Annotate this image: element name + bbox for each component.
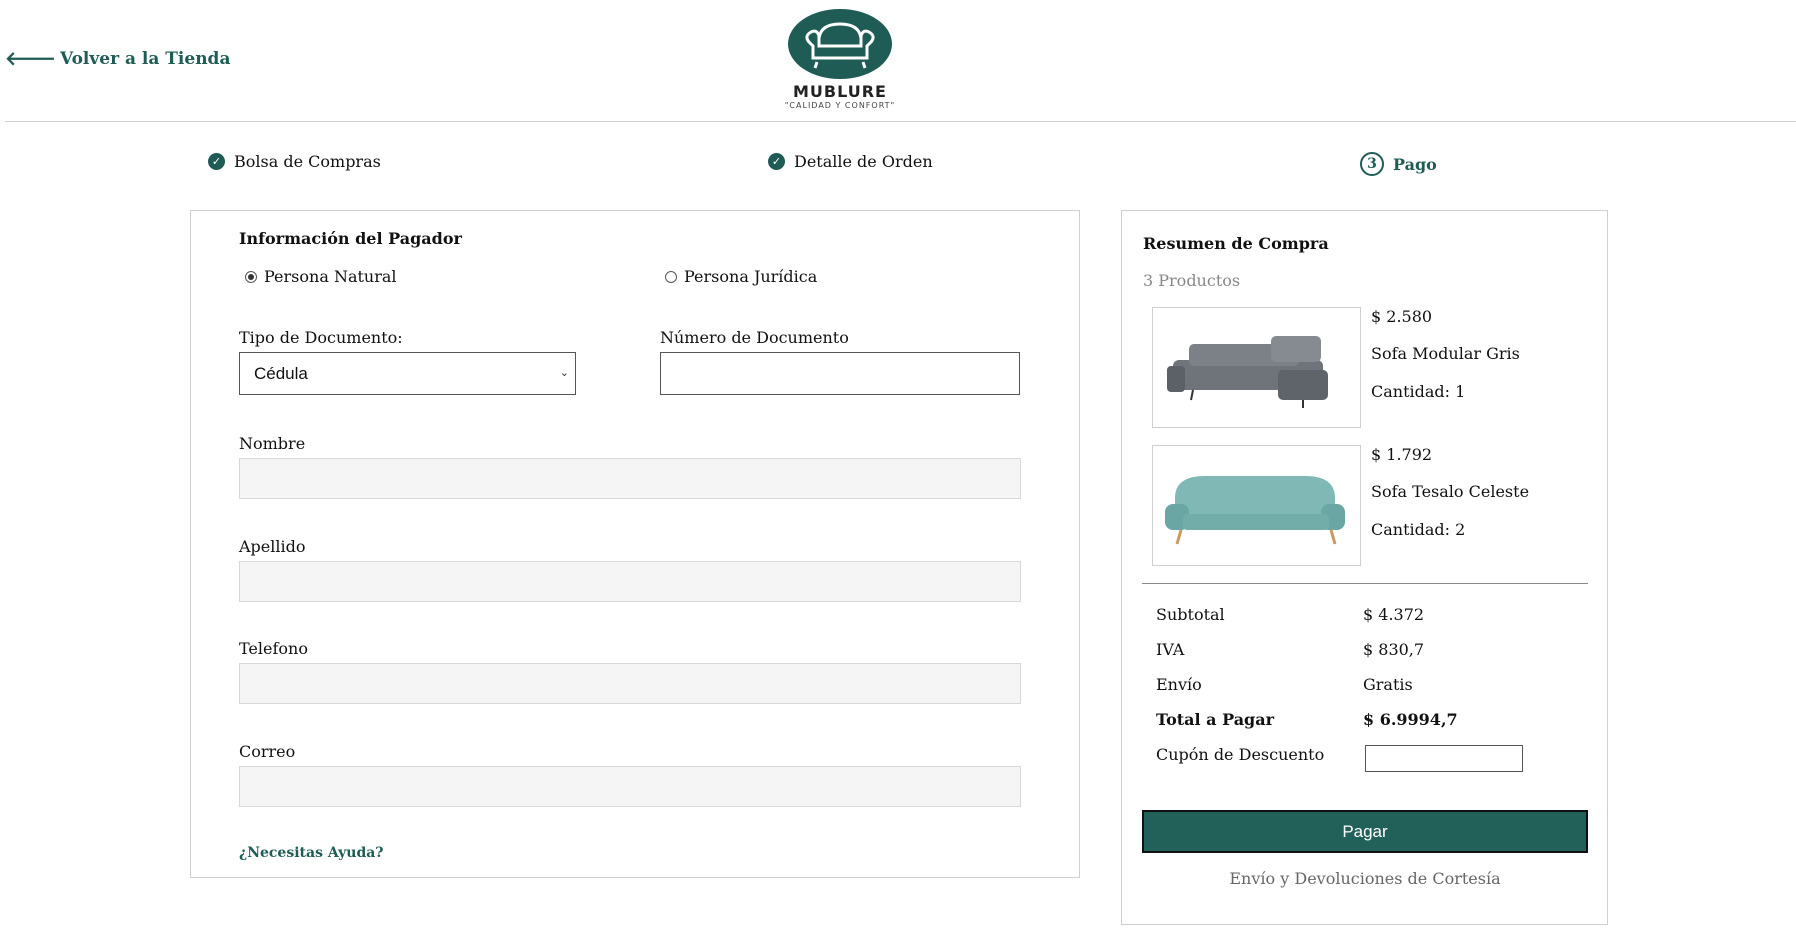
check-circle-icon: ✓ [768,153,785,170]
shipping-row: Envío Gratis [1156,675,1576,694]
brand-tagline: "CALIDAD Y CONFORT" [784,101,896,110]
help-link[interactable]: ¿Necesitas Ayuda? [239,845,384,861]
arrow-left-icon: 🡐 [5,48,56,70]
total-value: $ 6.9994,7 [1363,710,1458,729]
doc-type-value: Cédula [254,363,308,383]
coupon-label: Cupón de Descuento [1156,745,1325,764]
iva-row: IVA $ 830,7 [1156,640,1576,659]
doc-number-input[interactable] [660,352,1020,395]
shipping-label: Envío [1156,675,1202,694]
radio-legal-person[interactable]: Persona Jurídica [665,267,817,286]
step-label: Detalle de Orden [794,152,933,171]
lastname-label: Apellido [239,537,306,556]
name-label: Nombre [239,434,306,453]
product-name: Sofa Tesalo Celeste [1371,482,1530,501]
step-shopping-bag: ✓ Bolsa de Compras [208,152,381,171]
product-name: Sofa Modular Gris [1371,344,1520,363]
sofa-logo-icon [788,9,892,79]
payer-info-title: Información del Pagador [239,229,462,248]
brand-name: MUBLURE [793,82,887,101]
header-divider [5,121,1796,122]
radio-unselected-icon[interactable] [665,270,677,283]
phone-label: Telefono [239,639,308,658]
doc-type-label: Tipo de Documento: [239,328,403,347]
step-label: Pago [1393,154,1437,174]
courtesy-note: Envío y Devoluciones de Cortesía [1229,869,1501,888]
doc-type-select[interactable]: Cédula ⌄ [239,352,576,395]
product-quantity: Cantidad: 2 [1371,520,1466,539]
iva-label: IVA [1156,640,1185,659]
pay-button[interactable]: Pagar [1142,810,1588,853]
total-label: Total a Pagar [1156,710,1275,729]
coupon-input[interactable] [1365,745,1523,772]
radio-label: Persona Jurídica [684,267,818,286]
product-count: 3 Productos [1143,271,1241,290]
radio-natural-person[interactable]: Persona Natural [245,267,397,286]
radio-selected-icon[interactable] [245,270,257,283]
product-image-teal-sofa [1152,445,1361,566]
lastname-input[interactable] [239,561,1021,602]
back-to-store-label: Volver a la Tienda [59,48,231,69]
doc-number-label: Número de Documento [660,328,849,347]
product-image-grey-sofa [1152,307,1361,428]
iva-value: $ 830,7 [1363,640,1425,659]
summary-title: Resumen de Compra [1143,234,1329,253]
product-price: $ 1.792 [1371,445,1433,464]
email-label: Correo [239,742,296,761]
step-payment: 3 Pago [1360,152,1437,176]
step-label: Bolsa de Compras [234,152,381,171]
total-row: Total a Pagar $ 6.9994,7 [1156,710,1576,729]
check-circle-icon: ✓ [208,153,225,170]
phone-input[interactable] [239,663,1021,704]
subtotal-row: Subtotal $ 4.372 [1156,605,1576,624]
brand-logo[interactable]: MUBLURE "CALIDAD Y CONFORT" [770,8,910,110]
purchase-summary-panel: Resumen de Compra 3 Productos $ 2.580 So… [1121,210,1608,925]
chevron-down-icon: ⌄ [559,366,569,379]
product-quantity: Cantidad: 1 [1371,382,1466,401]
summary-divider [1142,583,1588,584]
back-to-store-link[interactable]: 🡐 Volver a la Tienda [5,47,230,70]
payer-info-panel: Información del Pagador Persona Natural … [190,210,1080,878]
shipping-value: Gratis [1363,675,1413,694]
name-input[interactable] [239,458,1021,499]
subtotal-value: $ 4.372 [1363,605,1425,624]
radio-label: Persona Natural [264,267,397,286]
step-order-detail: ✓ Detalle de Orden [768,152,933,171]
step-number-badge: 3 [1360,152,1384,176]
product-price: $ 2.580 [1371,307,1433,326]
subtotal-label: Subtotal [1156,605,1225,624]
email-input[interactable] [239,766,1021,807]
